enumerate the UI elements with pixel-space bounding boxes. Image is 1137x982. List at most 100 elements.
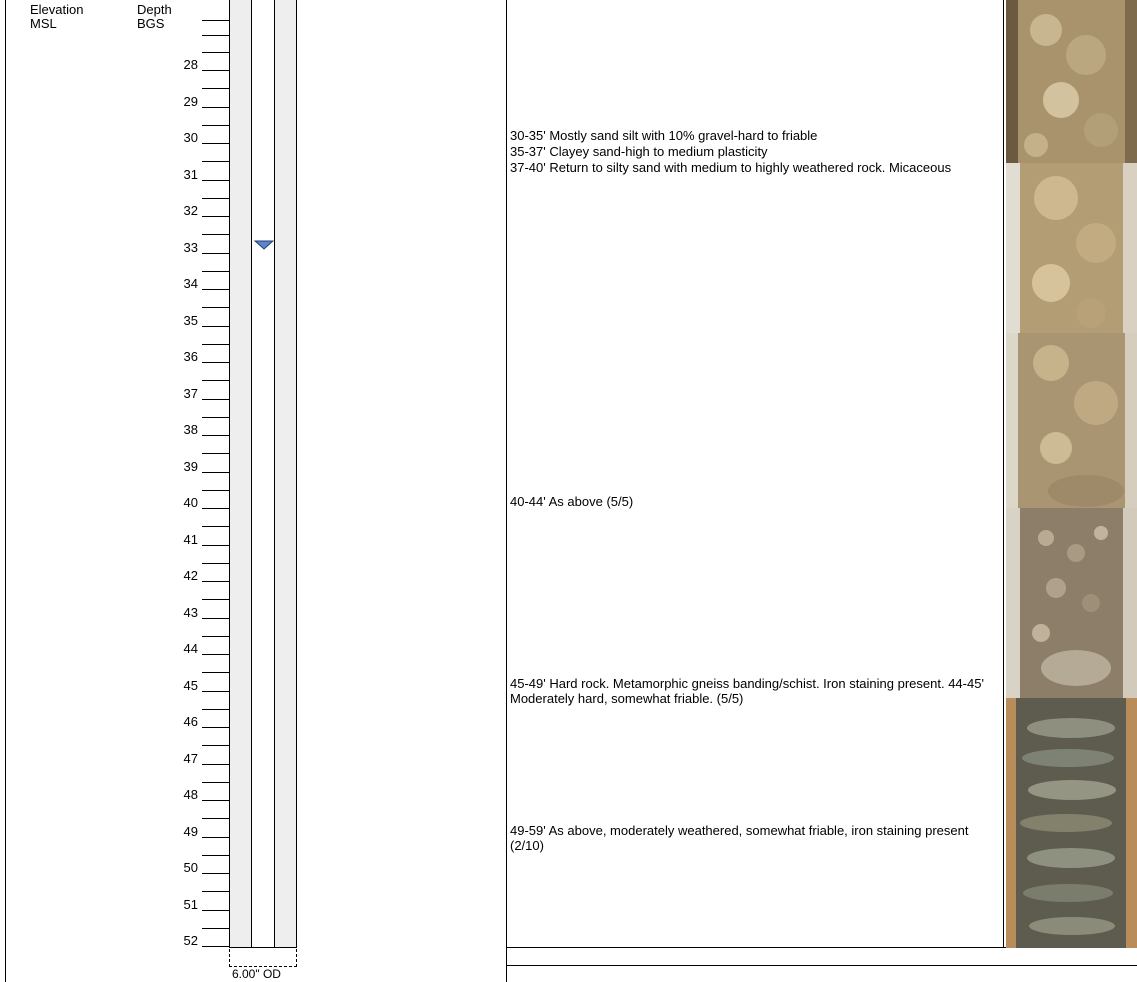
casing-od-label: 6.00" OD	[232, 967, 281, 981]
depth-tick-half-44	[202, 672, 229, 674]
depth-tick-44	[202, 654, 229, 655]
elevation-header-line2: MSL	[30, 16, 57, 31]
casing-bottom-line	[229, 947, 297, 948]
depth-label-51: 51	[183, 896, 198, 912]
depth-tick-half-40	[202, 526, 229, 528]
casing-dimension-box	[229, 949, 297, 967]
depth-label-32: 32	[183, 203, 198, 218]
depth-label-33: 33	[183, 239, 198, 255]
depth-tick-half-46	[202, 745, 229, 747]
depth-tick-47	[202, 763, 229, 765]
depth-label-44: 44	[183, 641, 198, 656]
depth-label-46: 46	[183, 714, 198, 729]
description-40-44: 40-44' As above (5/5)	[510, 494, 634, 509]
depth-label-40: 40	[183, 495, 198, 510]
depth-tick-half-31	[202, 197, 229, 199]
depth-tick-half-41	[202, 562, 229, 564]
core-photo-soil-1	[1006, 0, 1137, 163]
depth-tick-half-49	[202, 854, 229, 856]
depth-tick-48	[202, 800, 229, 801]
depth-tick-half-30	[202, 161, 229, 163]
depth-header: Depth BGS	[137, 3, 172, 31]
description-left-border	[506, 0, 507, 982]
depth-tick-30	[202, 143, 229, 144]
depth-tick-32	[202, 216, 229, 217]
core-photo-gravel	[1006, 508, 1137, 698]
depth-tick-33	[202, 252, 229, 254]
depth-tick-46	[202, 727, 229, 728]
depth-label-48: 48	[183, 787, 198, 802]
depth-tick-half-28	[202, 88, 229, 90]
casing-wall-right	[274, 0, 297, 948]
casing-bore	[252, 0, 274, 948]
depth-tick-half-37	[202, 416, 229, 418]
depth-tick-half-51	[202, 927, 229, 929]
core-photo-soil-2	[1006, 163, 1137, 333]
depth-header-line1: Depth	[137, 2, 172, 17]
photo-left-border	[1003, 0, 1004, 948]
depth-label-49: 49	[183, 823, 198, 839]
depth-label-42: 42	[183, 568, 198, 583]
depth-tick-half-47	[202, 781, 229, 783]
section-divider-2	[506, 965, 1137, 966]
depth-tick-half-29	[202, 124, 229, 126]
depth-tick-31	[202, 179, 229, 181]
depth-label-28: 28	[183, 57, 198, 72]
depth-label-34: 34	[183, 276, 198, 291]
depth-tick-43	[202, 617, 229, 619]
depth-tick-half-32	[202, 234, 229, 236]
core-photo-soil-3	[1006, 333, 1137, 508]
depth-label-39: 39	[183, 458, 198, 474]
depth-tick-top-2	[202, 52, 229, 53]
depth-tick-39	[202, 471, 229, 473]
depth-tick-half-50	[202, 891, 229, 893]
depth-label-35: 35	[183, 312, 198, 328]
depth-tick-35	[202, 325, 229, 327]
depth-tick-half-34	[202, 307, 229, 309]
depth-label-47: 47	[183, 750, 198, 766]
description-30-35: 30-35' Mostly sand silt with 10% gravel-…	[510, 128, 818, 143]
well-casing-diagram	[229, 0, 297, 948]
water-level-icon	[254, 240, 274, 250]
core-photo-rock	[1006, 698, 1137, 948]
depth-tick-top-0	[202, 20, 229, 21]
depth-label-36: 36	[183, 349, 198, 364]
depth-tick-36	[202, 362, 229, 363]
description-45-49: 45-49' Hard rock. Metamorphic gneiss ban…	[510, 676, 984, 706]
depth-tick-49	[202, 836, 229, 838]
left-border	[5, 0, 6, 982]
depth-label-41: 41	[183, 531, 198, 547]
depth-label-37: 37	[183, 385, 198, 401]
depth-tick-half-36	[202, 380, 229, 382]
description-49-59: 49-59' As above, moderately weathered, s…	[510, 823, 969, 853]
depth-tick-half-43	[202, 635, 229, 637]
depth-tick-half-39	[202, 489, 229, 491]
depth-tick-half-38	[202, 453, 229, 455]
depth-label-29: 29	[183, 93, 198, 109]
depth-label-50: 50	[183, 860, 198, 875]
depth-tick-half-42	[202, 599, 229, 601]
depth-tick-half-48	[202, 818, 229, 820]
depth-tick-half-45	[202, 708, 229, 710]
depth-tick-52	[202, 946, 229, 947]
depth-tick-half-33	[202, 270, 229, 272]
depth-tick-38	[202, 435, 229, 436]
depth-tick-51	[202, 909, 229, 911]
depth-label-38: 38	[183, 422, 198, 437]
depth-label-43: 43	[183, 604, 198, 620]
depth-tick-37	[202, 398, 229, 400]
depth-header-line2: BGS	[137, 16, 165, 31]
casing-wall-left	[229, 0, 252, 948]
depth-label-52: 52	[183, 933, 198, 948]
depth-tick-34	[202, 289, 229, 290]
description-37-40: 37-40' Return to silty sand with medium …	[510, 160, 952, 175]
depth-tick-28	[202, 70, 229, 71]
description-35-37: 35-37' Clayey sand-high to medium plasti…	[510, 144, 768, 159]
elevation-header: Elevation MSL	[30, 3, 83, 31]
depth-label-30: 30	[183, 130, 198, 145]
depth-label-45: 45	[183, 677, 198, 693]
depth-tick-42	[202, 581, 229, 582]
depth-tick-40	[202, 508, 229, 509]
depth-tick-50	[202, 873, 229, 874]
depth-tick-29	[202, 106, 229, 108]
